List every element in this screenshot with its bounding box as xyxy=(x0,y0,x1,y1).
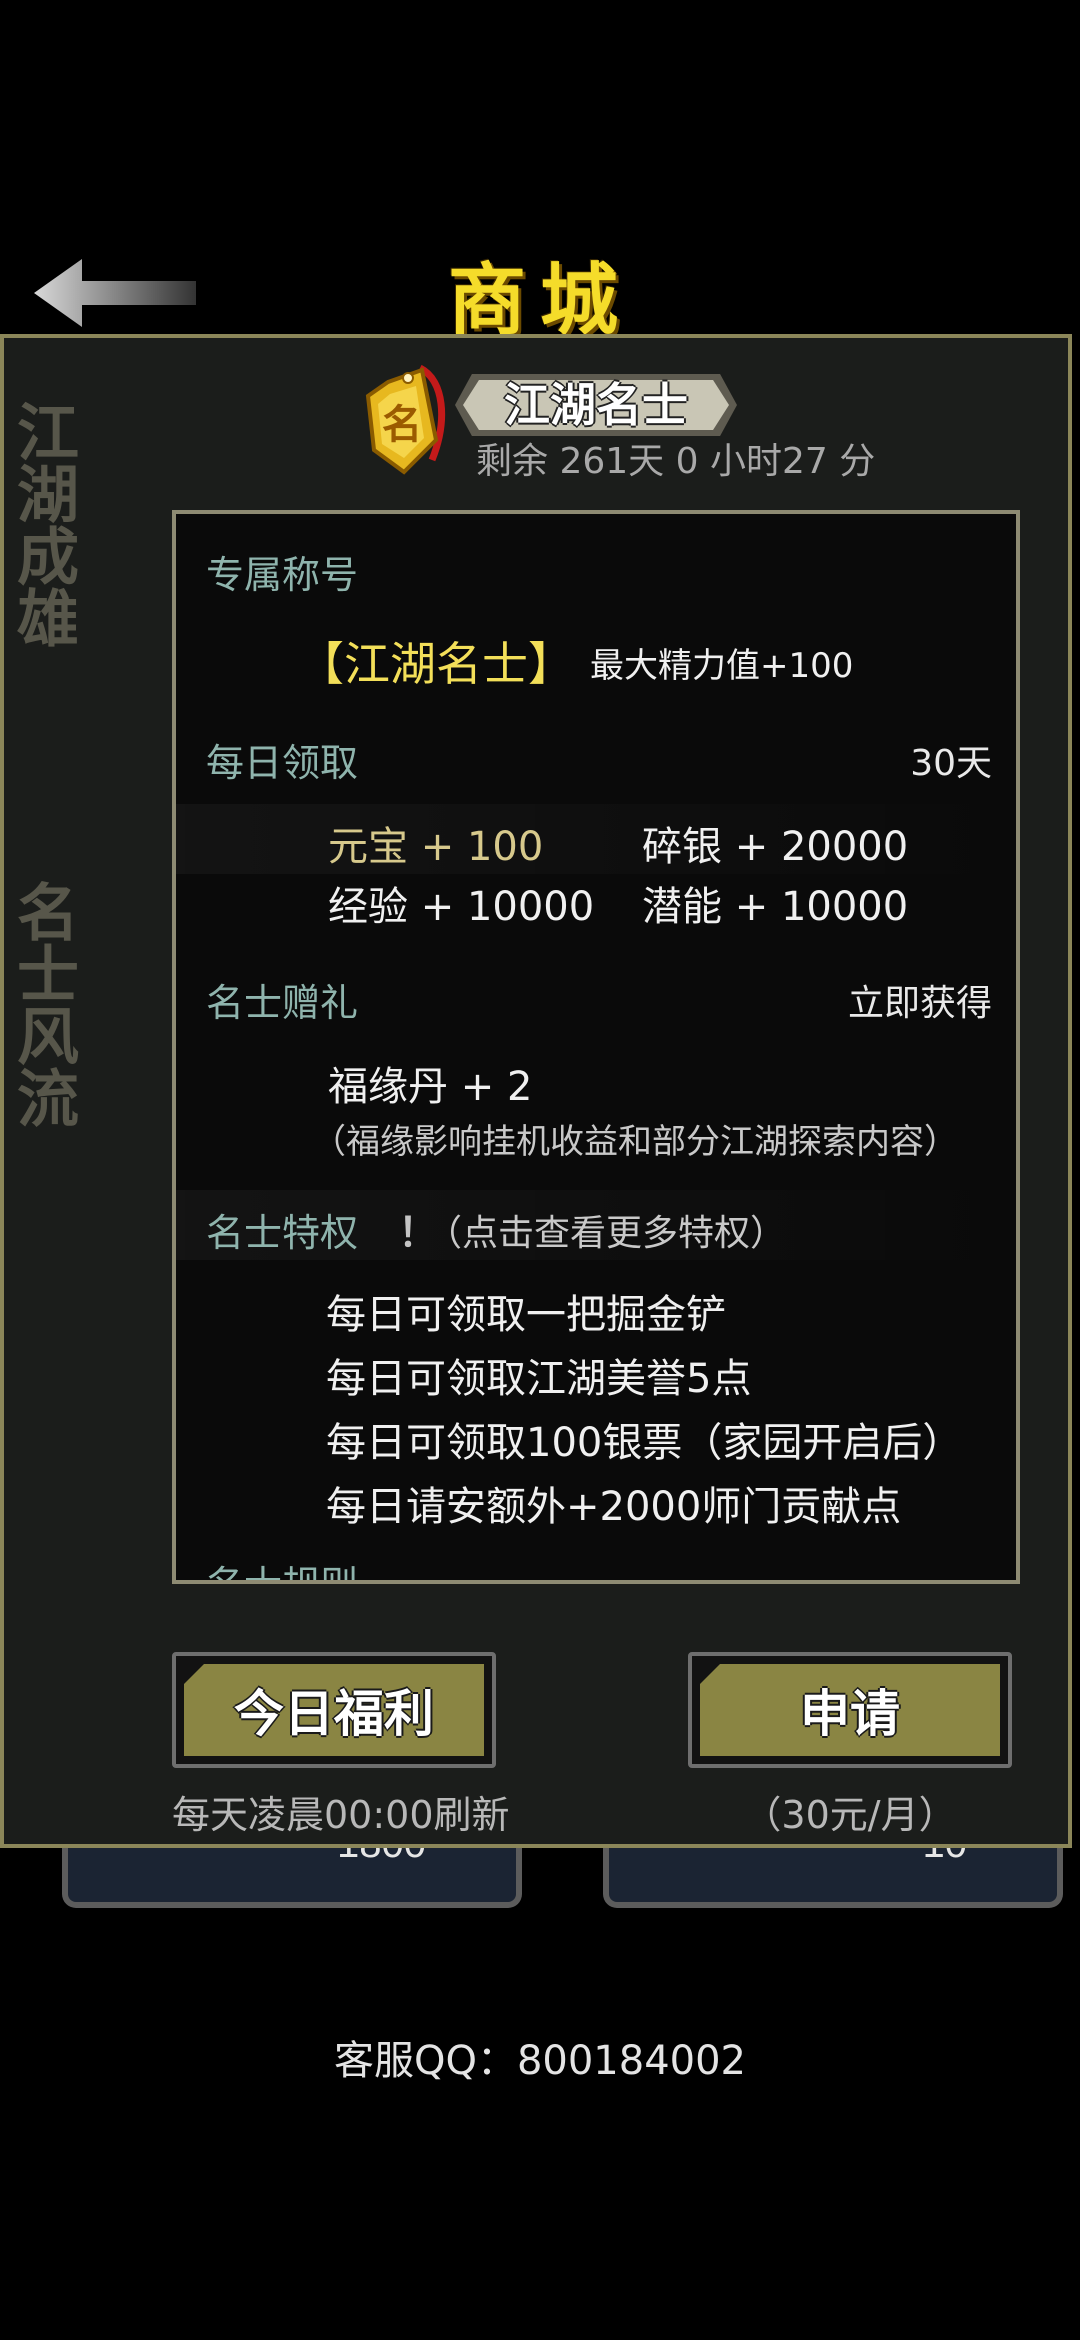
daily-welfare-note: 每天凌晨00:00刷新 xyxy=(172,1793,510,1837)
privilege-item: 每日请安额外+2000师门贡献点 xyxy=(326,1484,902,1530)
benefits-list[interactable]: 专属称号 【江湖名士】 最大精力值+100 每日领取 30天 元宝 + 100 … xyxy=(172,510,1020,1584)
svg-text:名: 名 xyxy=(382,401,422,448)
membership-name: 江湖名士 xyxy=(504,378,688,432)
remaining-time: 剩余 261天 0 小时27 分 xyxy=(476,441,876,482)
title-name: 【江湖名士】 xyxy=(298,637,574,691)
daily-item: 元宝 + 100 xyxy=(328,824,544,870)
side-calligraphy-top: 江湖成雄 xyxy=(6,400,79,648)
daily-item: 潜能 + 10000 xyxy=(642,884,909,930)
apply-button[interactable]: 申请 xyxy=(688,1652,1012,1768)
gift-note: （福缘影响挂机收益和部分江湖探索内容） xyxy=(312,1122,958,1162)
side-calligraphy-bottom: 名士风流 xyxy=(6,880,79,1128)
daily-welfare-label: 今日福利 xyxy=(234,1685,434,1743)
gift-timing: 立即获得 xyxy=(847,983,992,1024)
section-heading-gift: 名士赠礼 xyxy=(206,981,359,1025)
section-heading-title: 专属称号 xyxy=(206,553,359,597)
title-effect: 最大精力值+100 xyxy=(590,646,854,686)
privilege-item: 每日可领取一把掘金铲 xyxy=(326,1292,726,1338)
privilege-item: 每日可领取江湖美誉5点 xyxy=(326,1356,752,1402)
gold-token-icon: 名 xyxy=(365,364,446,475)
apply-price-note: （30元/月） xyxy=(743,1793,957,1837)
privilege-item: 每日可领取100银票（家园开启后） xyxy=(326,1420,963,1466)
section-heading-daily: 每日领取 xyxy=(206,741,359,785)
customer-service-qq: 客服QQ：800184002 xyxy=(333,2038,746,2084)
daily-duration: 30天 xyxy=(910,743,992,784)
section-heading-rules: 名士规则 xyxy=(206,1554,358,1580)
daily-item: 碎银 + 20000 xyxy=(642,824,909,870)
apply-label: 申请 xyxy=(800,1685,900,1743)
shop-page: 商城 1800 10 江湖成雄 名士风流 名 江湖名士 剩余 261天 0 小时… xyxy=(0,0,1080,2340)
privilege-more-link[interactable]: （点击查看更多特权） xyxy=(426,1204,786,1256)
daily-welfare-button[interactable]: 今日福利 xyxy=(172,1652,496,1768)
daily-item: 经验 + 10000 xyxy=(328,884,595,930)
gift-item: 福缘丹 + 2 xyxy=(328,1064,533,1110)
section-heading-privilege: 名士特权 xyxy=(206,1211,359,1255)
